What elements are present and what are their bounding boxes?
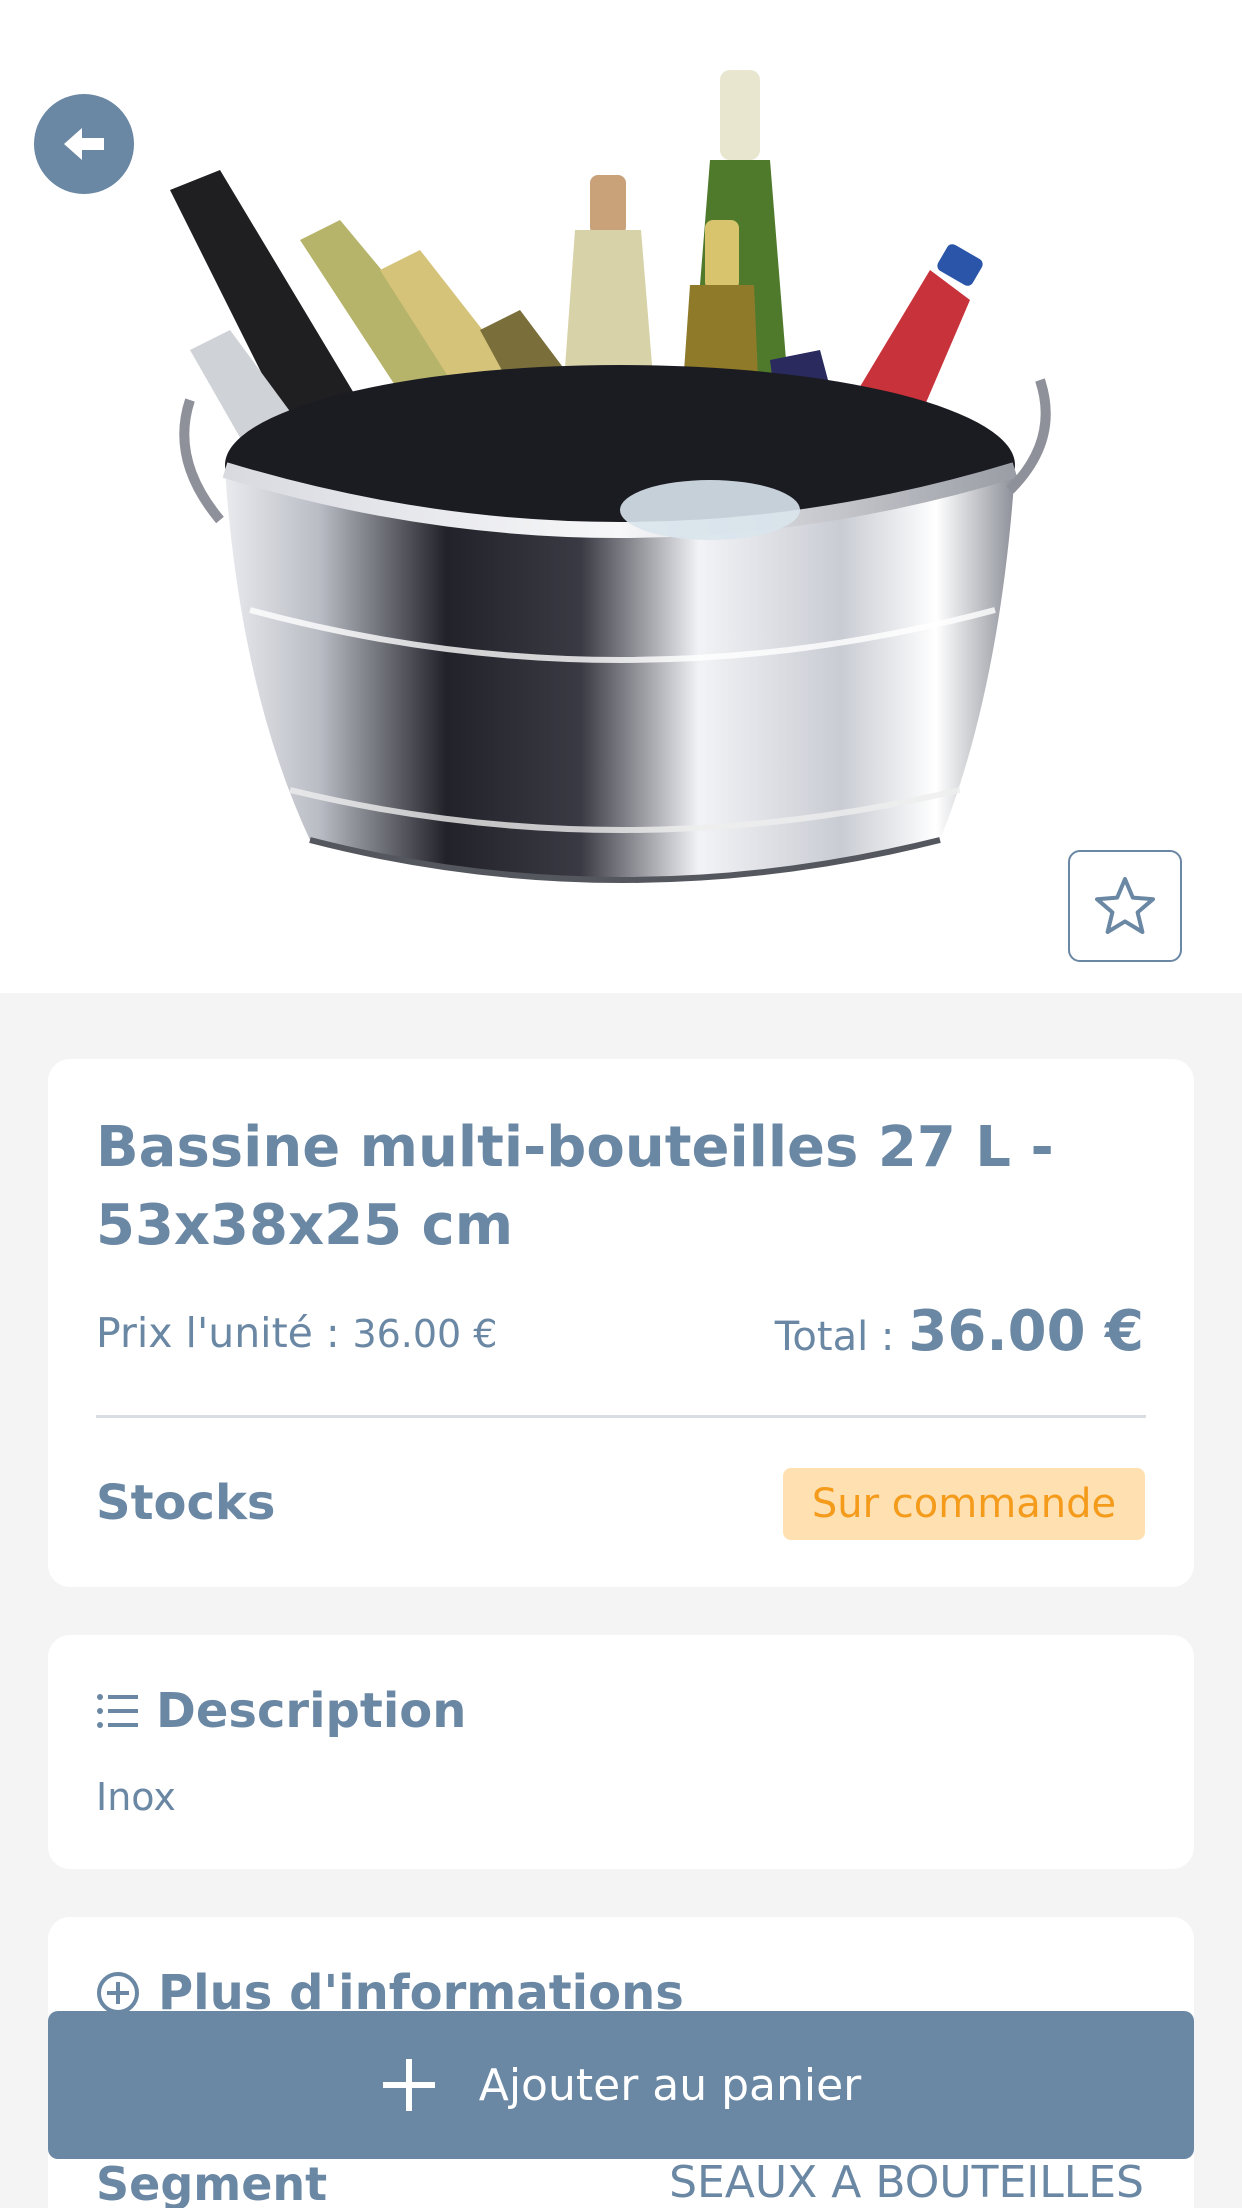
- back-button[interactable]: [34, 94, 134, 194]
- product-summary-card: Bassine multi-bouteilles 27 L - 53x38x25…: [48, 1059, 1194, 1587]
- list-icon: [97, 1694, 138, 1728]
- unit-price: Prix l'unité : 36.00 €: [96, 1309, 497, 1357]
- total-value: 36.00 €: [908, 1299, 1144, 1364]
- description-card: Description Inox: [48, 1635, 1194, 1869]
- product-title: Bassine multi-bouteilles 27 L - 53x38x25…: [96, 1115, 1054, 1258]
- stocks-label: Stocks: [96, 1475, 276, 1531]
- plus-icon: [382, 2059, 435, 2111]
- unit-price-label: Prix l'unité :: [96, 1309, 340, 1357]
- product-image: [170, 70, 1051, 883]
- total-price: Total : 36.00 €: [775, 1299, 1144, 1364]
- star-outline-icon: [1095, 877, 1155, 934]
- favorite-button[interactable]: [1068, 850, 1182, 962]
- description-heading: Description: [96, 1683, 466, 1739]
- arrow-left-icon: [64, 128, 104, 160]
- total-label: Total :: [774, 1314, 895, 1360]
- stock-status-badge: Sur commande: [783, 1468, 1145, 1540]
- description-title: Description: [156, 1683, 467, 1739]
- description-text: Inox: [96, 1775, 176, 1819]
- add-to-cart-label: Ajouter au panier: [478, 2059, 862, 2111]
- plus-circle-icon: [97, 1972, 139, 2014]
- segment-label: Segment: [96, 2157, 328, 2208]
- add-to-cart-button[interactable]: Ajouter au panier: [48, 2011, 1194, 2159]
- product-hero: [0, 0, 1242, 993]
- segment-value: SEAUX A BOUTEILLES: [669, 2157, 1144, 2208]
- divider: [96, 1415, 1146, 1418]
- unit-price-value: 36.00 €: [352, 1312, 498, 1356]
- tub: [179, 365, 1051, 883]
